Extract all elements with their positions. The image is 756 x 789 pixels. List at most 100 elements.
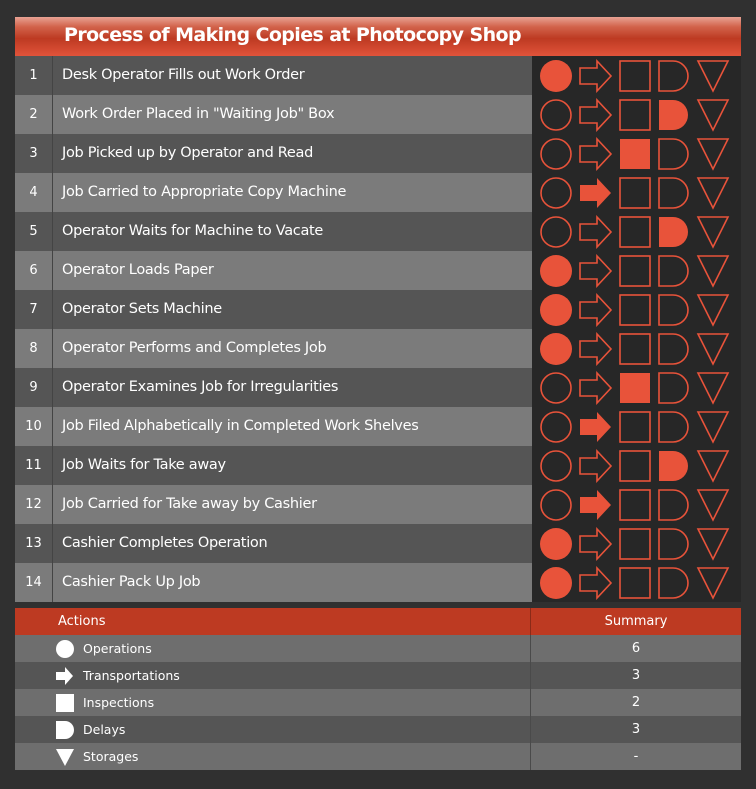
operation-circle-icon — [540, 293, 572, 326]
transportation-symbol — [579, 331, 613, 366]
step-description: Operator Sets Machine — [53, 290, 532, 329]
operation-symbol — [540, 254, 574, 288]
summary-column-header: Summary — [604, 614, 668, 629]
storage-triangle-icon — [696, 566, 730, 600]
step-row: 12 Job Carried for Take away by Cashier — [15, 485, 741, 524]
summary-value: 2 — [631, 695, 641, 710]
storage-triangle-icon — [696, 254, 730, 288]
delay-symbol — [657, 137, 691, 171]
summary-row: Delays 3 — [15, 716, 741, 743]
delay-d-icon — [658, 410, 689, 443]
summary-action: Storages — [15, 743, 531, 770]
transportation-symbol — [579, 488, 613, 522]
inspection-square-icon — [619, 410, 651, 443]
step-number: 9 — [15, 368, 53, 407]
step-row: 9 Operator Examines Job for Irregularitie… — [15, 368, 741, 407]
summary-row: Storages - — [15, 743, 741, 770]
summary-label: Storages — [83, 749, 139, 764]
delay-symbol — [657, 566, 691, 600]
actions-header: Actions — [15, 608, 531, 635]
inspection-square-icon — [619, 176, 651, 209]
inspection-square-icon — [619, 527, 651, 560]
inspection-symbol — [618, 332, 652, 366]
operation-symbol — [540, 527, 574, 561]
summary-action: Transportations — [15, 662, 531, 689]
step-description: Desk Operator Fills out Work Order — [53, 56, 532, 95]
storage-symbol — [696, 410, 730, 444]
summary-action: Delays — [15, 716, 531, 743]
delay-symbol — [657, 176, 691, 210]
transportation-symbol — [579, 176, 613, 210]
delay-d-icon — [658, 137, 689, 170]
storage-symbol — [696, 59, 730, 93]
step-description: Job Filed Alphabetically in Completed Wo… — [53, 407, 532, 446]
step-description: Operator Examines Job for Irregularities — [53, 368, 532, 407]
step-row: 4 Job Carried to Appropriate Copy Machine — [15, 173, 741, 212]
step-number: 8 — [15, 329, 53, 368]
delay-symbol — [657, 254, 691, 288]
inspection-square-icon — [619, 332, 651, 365]
inspection-symbol — [618, 293, 652, 327]
operation-symbol — [540, 293, 574, 327]
operation-symbol — [540, 410, 574, 444]
step-row: 5 Operator Waits for Machine to Vacate — [15, 212, 741, 251]
arrow-icon — [56, 666, 73, 685]
inspection-symbol — [618, 566, 652, 600]
step-number: 11 — [15, 446, 53, 485]
inspection-symbol — [618, 98, 652, 132]
step-description: Work Order Placed in "Waiting Job" Box — [53, 95, 532, 134]
circle-icon — [56, 639, 74, 658]
delay-symbol — [657, 371, 691, 405]
step-symbols — [532, 251, 741, 290]
transportation-arrow-icon — [579, 253, 613, 288]
square-icon — [56, 693, 74, 712]
step-description: Cashier Completes Operation — [53, 524, 532, 563]
step-symbols — [532, 56, 741, 95]
storage-triangle-icon — [696, 98, 730, 132]
operation-circle-icon — [540, 137, 572, 170]
transportation-symbol — [579, 253, 613, 288]
delay-d-icon — [658, 371, 689, 404]
step-symbols — [532, 446, 741, 485]
summary-table: Actions Summary Operations 6 Transportatio… — [15, 608, 741, 770]
process-table: 1 Desk Operator Fills out Work Order 2 Work… — [15, 56, 741, 602]
inspection-square-icon — [619, 254, 651, 287]
summary-row: Inspections 2 — [15, 689, 741, 716]
step-row: 14 Cashier Pack Up Job — [15, 563, 741, 602]
operation-circle-icon — [540, 176, 572, 209]
storage-triangle-icon — [696, 371, 730, 405]
step-number: 7 — [15, 290, 53, 329]
storage-triangle-icon — [696, 488, 730, 522]
inspection-symbol — [618, 254, 652, 288]
step-description: Cashier Pack Up Job — [53, 563, 532, 602]
storage-symbol — [696, 449, 730, 483]
summary-action: Operations — [15, 635, 531, 662]
storage-symbol — [696, 293, 730, 327]
inspection-symbol — [618, 449, 652, 483]
inspection-square-icon — [619, 293, 651, 326]
transportation-symbol — [579, 448, 613, 483]
step-number: 4 — [15, 173, 53, 212]
step-number: 12 — [15, 485, 53, 524]
delay-symbol — [657, 332, 691, 366]
summary-action: Inspections — [15, 689, 531, 716]
delay-d-icon — [658, 293, 689, 326]
delay-symbol — [657, 98, 691, 132]
summary-value: - — [633, 749, 639, 764]
step-number: 10 — [15, 407, 53, 446]
summary-value: 6 — [631, 641, 641, 656]
operation-symbol — [540, 371, 574, 405]
inspection-square-icon — [619, 566, 651, 599]
summary-row: Transportations 3 — [15, 662, 741, 689]
operation-symbol — [540, 176, 574, 210]
storage-triangle-icon — [696, 293, 730, 327]
operation-circle-icon — [540, 371, 572, 404]
step-description: Job Carried for Take away by Cashier — [53, 485, 532, 524]
delay-d-icon — [659, 99, 688, 130]
transportation-arrow-icon — [580, 489, 611, 520]
storage-triangle-icon — [696, 332, 730, 366]
transportation-arrow-icon — [579, 58, 613, 93]
transportation-symbol — [579, 370, 613, 405]
step-symbols — [532, 95, 741, 134]
step-row: 1 Desk Operator Fills out Work Order — [15, 56, 741, 95]
